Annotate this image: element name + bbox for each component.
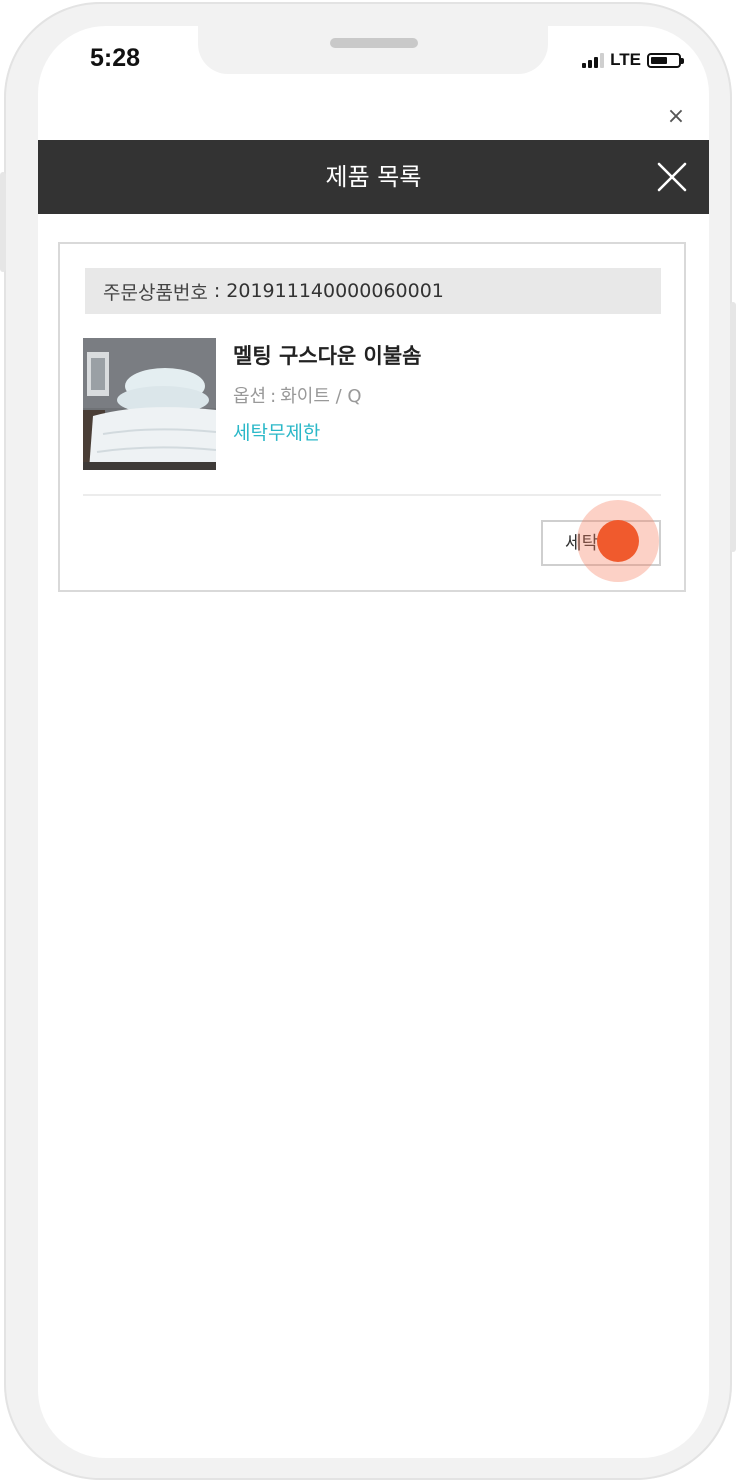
product-option: 옵션: 화이트 / Q bbox=[233, 382, 422, 408]
order-number-label: 주문상품번호 bbox=[103, 281, 208, 304]
notch bbox=[198, 26, 548, 74]
order-number-separator: : bbox=[213, 280, 221, 302]
battery-icon bbox=[647, 52, 684, 68]
phone-frame: 5:28 LTE × 제품 목록 주문상품번호 : 20191114000006… bbox=[0, 2, 736, 1480]
screen: 5:28 LTE × 제품 목록 주문상품번호 : 20191114000006… bbox=[38, 26, 709, 1458]
signal-icon bbox=[582, 52, 605, 68]
order-number-value: 201911140000060001 bbox=[226, 280, 444, 302]
option-value: 화이트 / Q bbox=[280, 386, 362, 407]
side-button-left bbox=[0, 172, 6, 272]
product-name[interactable]: 멜팅 구스다운 이불솜 bbox=[233, 340, 422, 370]
outer-close-icon[interactable]: × bbox=[663, 104, 689, 130]
speaker-grille bbox=[330, 38, 418, 48]
order-number-bar: 주문상품번호 : 201911140000060001 bbox=[85, 268, 661, 314]
page-title: 제품 목록 bbox=[325, 163, 422, 191]
product-service-tag: 세탁무제한 bbox=[233, 422, 321, 444]
product-card: 주문상품번호 : 201911140000060001 멜팅 구스다운 이불솜 … bbox=[58, 242, 686, 592]
bedding-photo-icon bbox=[83, 338, 216, 470]
option-label: 옵션 bbox=[233, 386, 267, 407]
product-thumbnail[interactable] bbox=[83, 338, 216, 470]
divider bbox=[83, 494, 661, 496]
option-separator: : bbox=[270, 386, 277, 407]
header-bar: 제품 목록 bbox=[38, 140, 709, 214]
status-time: 5:28 bbox=[90, 44, 141, 72]
tap-indicator-core bbox=[597, 520, 639, 562]
close-icon[interactable] bbox=[655, 160, 689, 194]
side-button-right bbox=[730, 302, 736, 552]
product-info: 멜팅 구스다운 이불솜 옵션: 화이트 / Q 세탁무제한 bbox=[233, 340, 422, 445]
status-indicators: LTE bbox=[582, 50, 684, 70]
network-label: LTE bbox=[610, 50, 641, 69]
tap-indicator bbox=[577, 500, 659, 582]
